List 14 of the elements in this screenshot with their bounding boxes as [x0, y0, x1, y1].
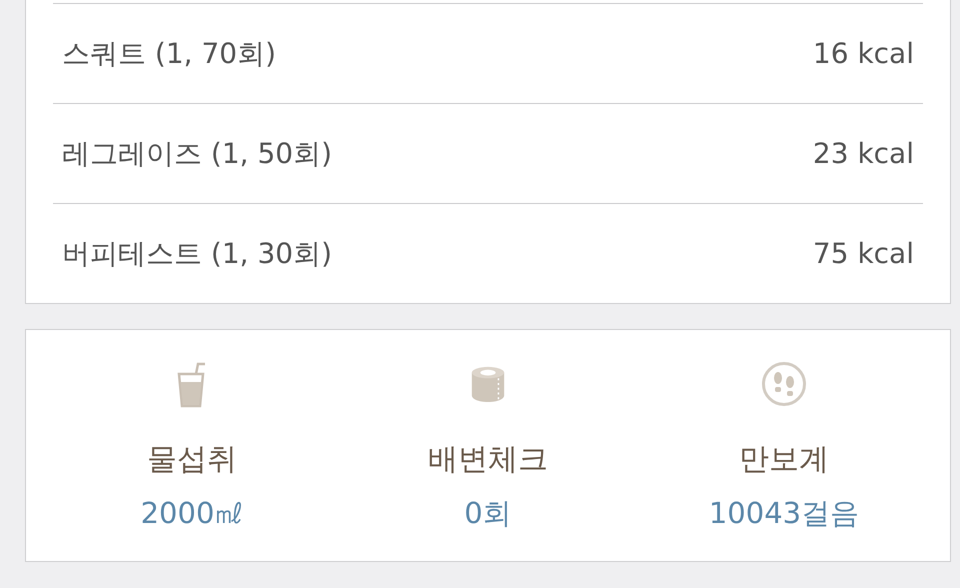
toilet-roll-icon — [469, 365, 507, 403]
stat-label: 물섭취 — [147, 441, 237, 479]
stat-value: 2000㎖ — [140, 495, 244, 532]
calorie-value: 16 kcal — [812, 37, 914, 70]
stat-value: 10043걸음 — [708, 495, 860, 532]
calorie-value: 75 kcal — [812, 237, 914, 270]
exercise-name: 버피테스트 (1, 30회) — [62, 236, 332, 272]
exercise-name: 레그레이즈 (1, 50회) — [62, 136, 332, 172]
calorie-value: 23 kcal — [812, 137, 914, 170]
stat-label: 배변체크 — [428, 441, 548, 479]
stat-value: 0회 — [464, 495, 512, 532]
exercise-name: 스쿼트 (1, 70회) — [62, 36, 276, 72]
footprints-icon — [761, 361, 807, 407]
stat-label: 만보계 — [739, 441, 829, 479]
